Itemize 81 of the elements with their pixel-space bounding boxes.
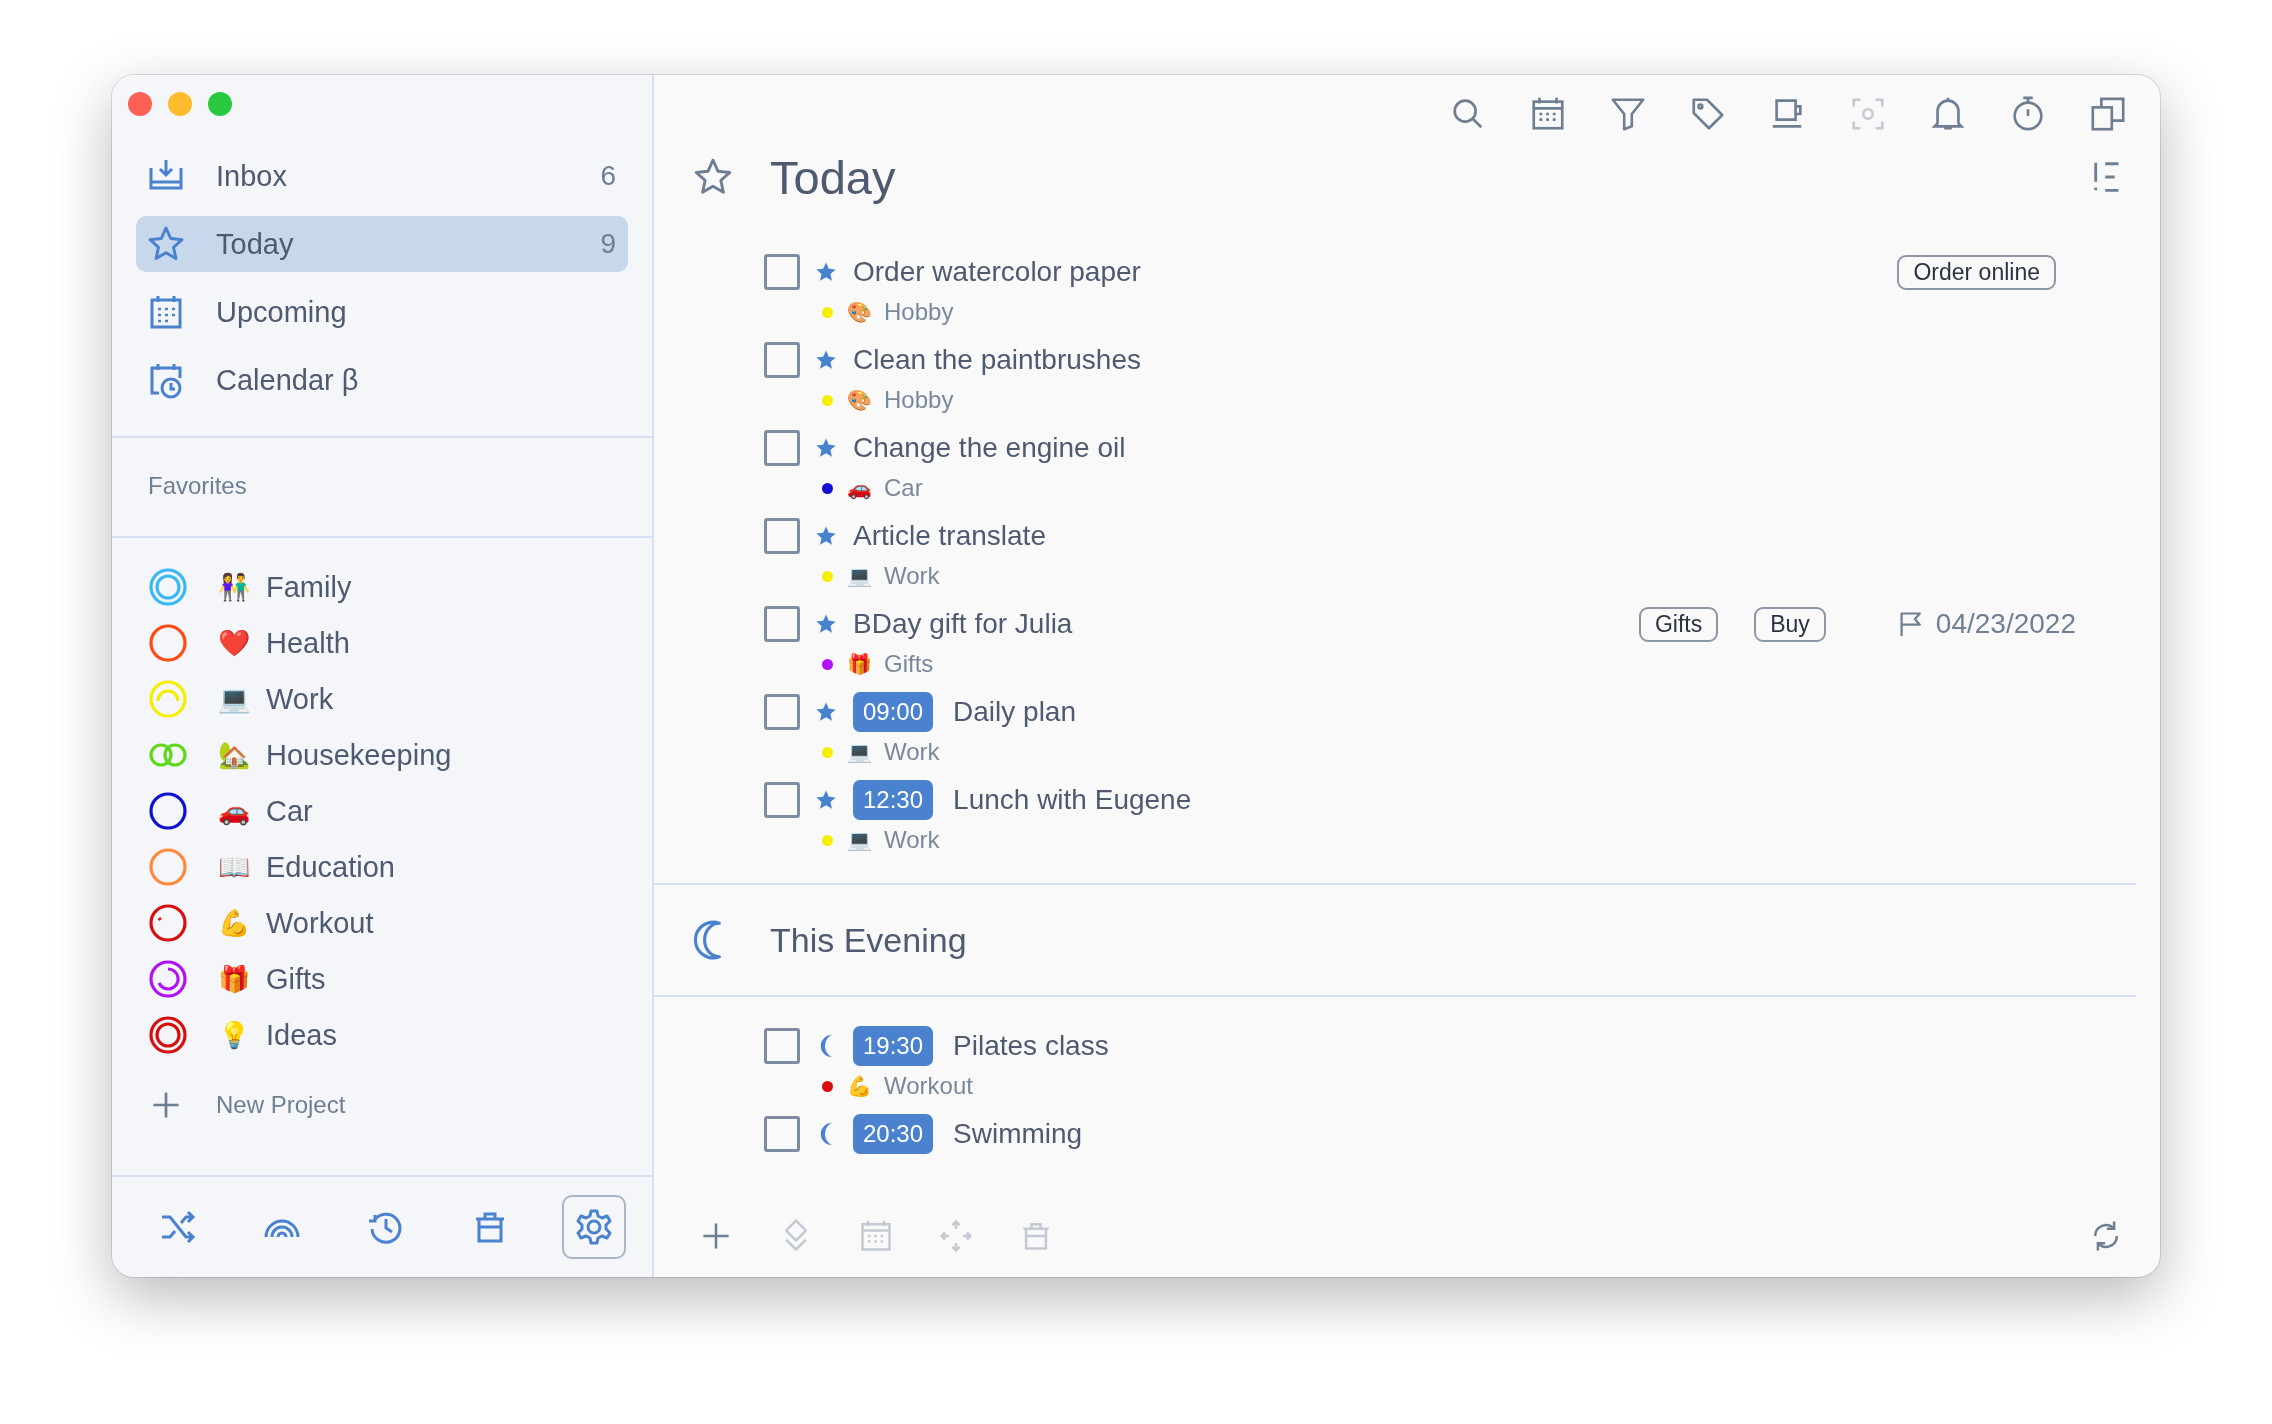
sidebar-item[interactable]: Today 9: [136, 216, 628, 272]
item-count: 9: [600, 228, 616, 260]
project-item[interactable]: 🏡 Housekeeping: [148, 734, 652, 776]
new-project-button[interactable]: New Project: [148, 1084, 652, 1126]
project-item[interactable]: 📖 Education: [148, 846, 652, 888]
project-item[interactable]: 👫 Family: [148, 566, 652, 608]
settings-button[interactable]: [562, 1195, 626, 1259]
moon-icon: [818, 1123, 833, 1145]
zoom-button[interactable]: [208, 92, 232, 116]
tag[interactable]: Gifts: [1638, 606, 1719, 642]
copy-icon: [2089, 95, 2127, 133]
move-icon: [938, 1217, 974, 1254]
filter-icon: [1609, 95, 1647, 133]
task-checkbox[interactable]: [764, 518, 800, 554]
project-name: Work: [884, 738, 940, 766]
task-title[interactable]: Lunch with Eugene: [953, 784, 1192, 816]
project-emoji: 💪: [847, 1074, 872, 1098]
project-item[interactable]: 💡 Ideas: [148, 1014, 652, 1056]
project-name: Hobby: [884, 386, 954, 414]
task-title[interactable]: Article translate: [853, 520, 1046, 552]
sidebar-item[interactable]: Calendar β: [136, 352, 628, 408]
project-emoji: 💻: [847, 740, 872, 764]
project-emoji: 💡: [218, 1020, 251, 1050]
project-emoji: 📖: [218, 852, 251, 882]
task-checkbox[interactable]: [764, 1116, 800, 1152]
project-name: Work: [884, 826, 940, 854]
time-badge: 19:30: [853, 1026, 934, 1066]
tag[interactable]: Order online: [1897, 254, 2056, 290]
task-title[interactable]: Order watercolor paper: [853, 256, 1141, 288]
time-badge: 09:00: [853, 692, 934, 732]
task-checkbox[interactable]: [764, 782, 800, 818]
sidebar-item[interactable]: Inbox 6: [136, 148, 628, 204]
task-checkbox[interactable]: [764, 254, 800, 290]
section-title: Today: [770, 149, 896, 205]
project-item[interactable]: 🎁 Gifts: [148, 958, 652, 1000]
project-emoji: 🎁: [847, 652, 872, 676]
project-item[interactable]: 🚗 Car: [148, 790, 652, 832]
focus-icon: [1849, 95, 1887, 133]
section-title: This Evening: [770, 920, 967, 960]
bell-icon: [1929, 95, 1967, 133]
tag[interactable]: Buy: [1754, 606, 1826, 642]
project-emoji: ❤: [218, 628, 251, 658]
task-checkbox[interactable]: [764, 694, 800, 730]
project-name: Hobby: [884, 298, 954, 326]
time-badge: 12:30: [853, 780, 934, 820]
project-name: Gifts: [884, 650, 934, 678]
project-name: Car: [884, 474, 923, 502]
moon-icon: [818, 1035, 833, 1057]
project-emoji: 💪: [218, 908, 251, 938]
task-checkbox[interactable]: [764, 430, 800, 466]
project-emoji: 🏡: [218, 740, 251, 770]
task-title[interactable]: Change the engine oil: [853, 432, 1126, 464]
task-title[interactable]: Clean the paintbrushes: [853, 344, 1141, 376]
deadline-date: 04/23/2022: [1935, 608, 2076, 640]
task-title[interactable]: Daily plan: [953, 696, 1076, 728]
project-item[interactable]: 💻 Work: [148, 678, 652, 720]
project-emoji: 💻: [847, 564, 872, 588]
task-title[interactable]: BDay gift for Julia: [853, 608, 1073, 640]
project-name: Work: [884, 562, 940, 590]
project-emoji: 💻: [847, 828, 872, 852]
task-title[interactable]: Swimming: [953, 1118, 1083, 1150]
task-checkbox[interactable]: [764, 342, 800, 378]
project-name: Workout: [884, 1072, 973, 1100]
project-emoji: 🚗: [847, 476, 872, 500]
sidebar-item[interactable]: Upcoming: [136, 284, 628, 340]
project-emoji: 👫: [218, 572, 251, 602]
project-emoji: 💻: [218, 684, 251, 714]
task-checkbox[interactable]: [764, 1028, 800, 1064]
task-checkbox[interactable]: [764, 606, 800, 642]
task-title[interactable]: Pilates class: [953, 1030, 1109, 1062]
calendar-icon: [1529, 95, 1567, 133]
project-item[interactable]: 💪 Workout: [148, 902, 652, 944]
time-badge: 20:30: [853, 1114, 934, 1154]
item-count: 6: [600, 160, 616, 192]
project-emoji: 🚗: [218, 796, 251, 826]
project-emoji: 🎨: [847, 388, 872, 412]
section-heading: Favorites: [147, 471, 248, 501]
project-item[interactable]: ❤ Health: [148, 622, 652, 664]
project-emoji: 🎁: [218, 964, 251, 994]
close-button[interactable]: [128, 92, 152, 116]
project-emoji: 🎨: [847, 300, 872, 324]
